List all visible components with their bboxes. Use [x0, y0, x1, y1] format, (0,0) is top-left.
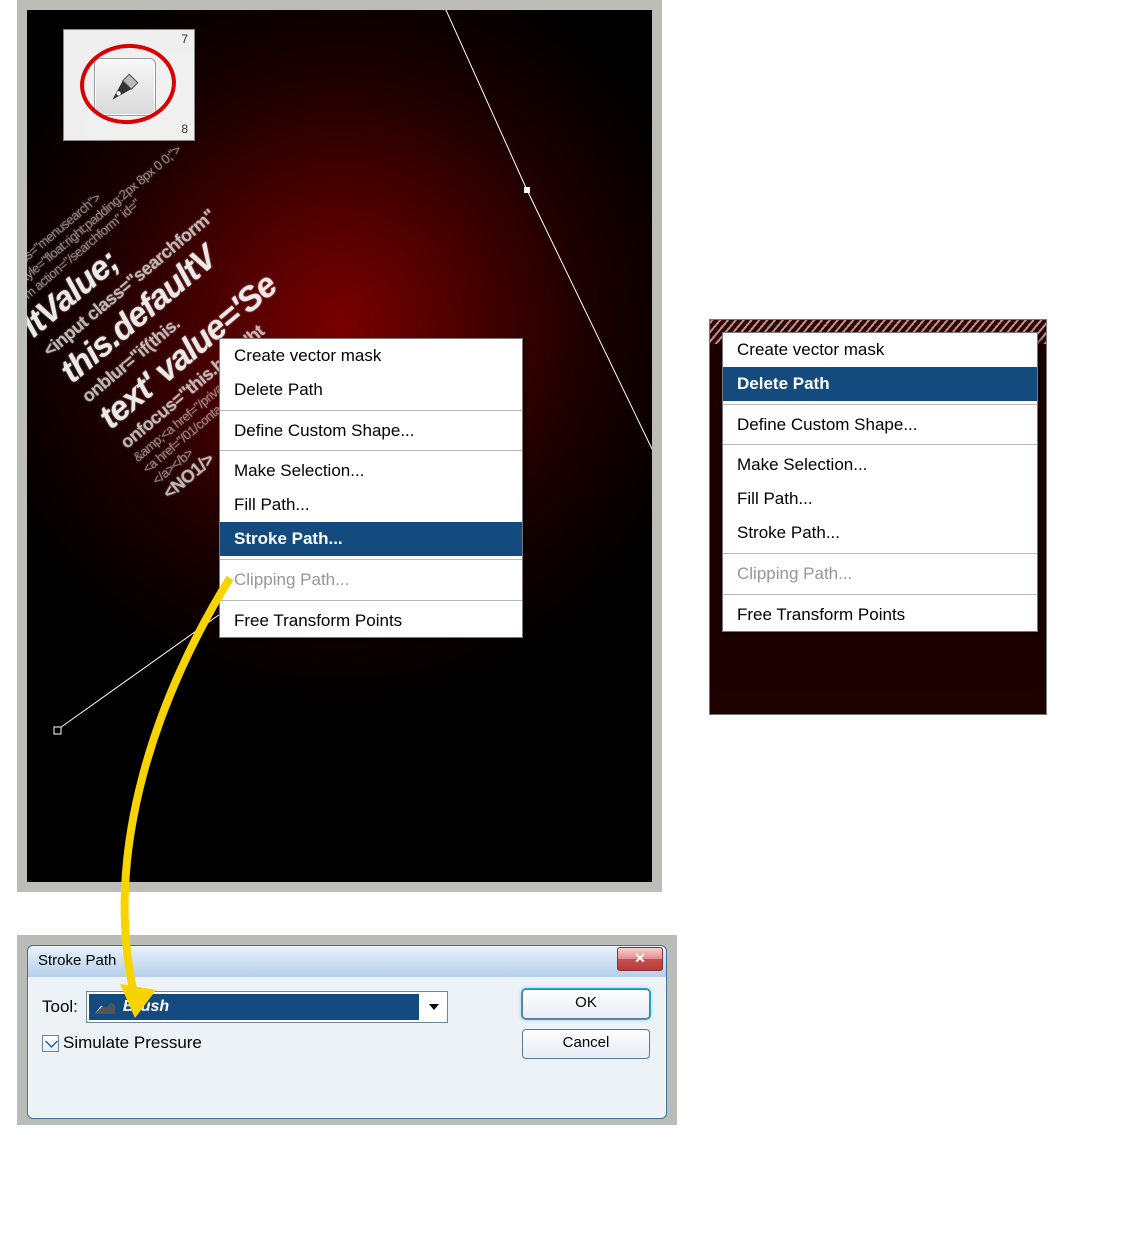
- photoshop-canvas-frame: <div class="menusearch"><div style="floa…: [17, 0, 662, 892]
- path-context-menu-2: Create vector maskDelete Path Define Cust…: [722, 332, 1038, 632]
- path-context-menu-item[interactable]: Delete Path: [220, 373, 522, 407]
- path-context-menu-item[interactable]: Fill Path...: [220, 488, 522, 522]
- dialog-title: Stroke Path: [38, 952, 116, 969]
- path-context-menu-2-item[interactable]: Stroke Path...: [723, 516, 1037, 550]
- simulate-pressure-label: Simulate Pressure: [63, 1033, 202, 1053]
- menu-separator: [220, 559, 522, 560]
- path-context-menu-2-item[interactable]: Define Custom Shape...: [723, 408, 1037, 442]
- path-context-menu-2-item[interactable]: Fill Path...: [723, 482, 1037, 516]
- path-context-menu-2-item: Clipping Path...: [723, 557, 1037, 591]
- cancel-button-label: Cancel: [563, 1034, 610, 1051]
- menu-separator: [723, 404, 1037, 405]
- menu-separator: [723, 594, 1037, 595]
- menu-separator: [220, 410, 522, 411]
- stroke-path-dialog: Stroke Path ✕ Tool: Brush Simulate Press…: [27, 945, 667, 1119]
- menu-separator: [220, 600, 522, 601]
- ruler-mark-bottom: 8: [181, 122, 188, 136]
- ok-button-label: OK: [575, 994, 597, 1011]
- path-context-menu-item[interactable]: Free Transform Points: [220, 604, 522, 638]
- photoshop-canvas: <div class="menusearch"><div style="floa…: [27, 10, 652, 882]
- ruler-mark-top: 7: [181, 32, 188, 46]
- path-context-menu-item[interactable]: Define Custom Shape...: [220, 414, 522, 448]
- path-context-menu-item[interactable]: Stroke Path...: [220, 522, 522, 556]
- simulate-pressure-checkbox[interactable]: [42, 1035, 59, 1052]
- ok-button[interactable]: OK: [522, 989, 650, 1019]
- dialog-titlebar: Stroke Path ✕: [28, 946, 666, 977]
- path-context-menu-2-item[interactable]: Create vector mask: [723, 333, 1037, 367]
- tool-label: Tool:: [42, 997, 78, 1017]
- chevron-down-icon: [421, 992, 447, 1022]
- path-context-menu-item: Clipping Path...: [220, 563, 522, 597]
- path-context-menu-2-item[interactable]: Delete Path: [723, 367, 1037, 401]
- path-context-menu: Create vector maskDelete Path Define Cust…: [219, 338, 523, 638]
- path-context-menu-item[interactable]: Create vector mask: [220, 339, 522, 373]
- red-circle-annotation: [77, 40, 180, 128]
- menu-separator: [723, 444, 1037, 445]
- menu-separator: [723, 553, 1037, 554]
- path-context-menu-item[interactable]: Make Selection...: [220, 454, 522, 488]
- tool-combo[interactable]: Brush: [86, 991, 448, 1023]
- menu-separator: [220, 450, 522, 451]
- pen-tool-inset: 7 8: [64, 30, 194, 140]
- path-context-menu-2-item[interactable]: Free Transform Points: [723, 598, 1037, 632]
- close-button[interactable]: ✕: [617, 947, 663, 971]
- stroke-path-dialog-wrapper: Stroke Path ✕ Tool: Brush Simulate Press…: [17, 935, 677, 1125]
- path-context-menu-2-item[interactable]: Make Selection...: [723, 448, 1037, 482]
- tool-combo-value: Brush: [123, 998, 169, 1016]
- cancel-button[interactable]: Cancel: [522, 1029, 650, 1059]
- close-icon: ✕: [634, 950, 646, 966]
- context-menu-2-frame: Create vector maskDelete Path Define Cust…: [710, 320, 1046, 714]
